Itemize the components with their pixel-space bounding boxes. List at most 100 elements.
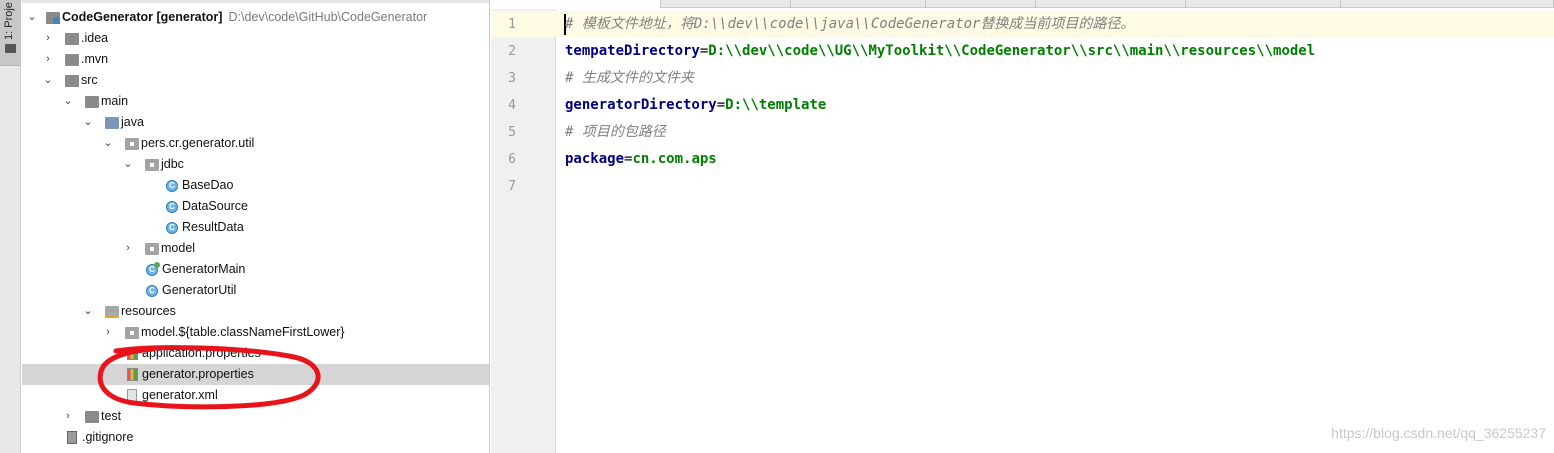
property-value: D:\\template (725, 97, 827, 113)
tree-item-generator-xml[interactable]: generator.xml (22, 385, 489, 406)
tree-root[interactable]: ⌄ CodeGenerator [generator] D:\dev\code\G… (22, 7, 489, 28)
equals-sign: = (716, 97, 726, 113)
property-key: tempateDirectory (565, 43, 700, 59)
property-key: package (565, 151, 625, 167)
chevron-down-icon[interactable]: ⌄ (122, 154, 134, 175)
line-number: 2 (508, 44, 516, 59)
properties-file-icon (127, 368, 138, 381)
tree-item-java[interactable]: ⌄ java (22, 112, 489, 133)
left-tool-strip: 1: Proje (0, 0, 21, 453)
tree-item-label: jdbc (161, 157, 184, 171)
editor-tab[interactable] (791, 0, 926, 8)
package-icon (125, 327, 139, 339)
tree-item-label: .mvn (81, 52, 109, 66)
chevron-down-icon[interactable]: ⌄ (82, 301, 94, 322)
tree-item-label: ResultData (182, 220, 244, 234)
line-number: 7 (508, 179, 516, 194)
chevron-right-icon[interactable]: › (62, 406, 74, 427)
editor-tab[interactable] (1341, 0, 1554, 8)
chevron-right-icon[interactable]: › (122, 238, 134, 259)
tree-item-label: generator.properties (142, 367, 254, 381)
tree-item-resultdata[interactable]: C ResultData (22, 217, 489, 238)
chevron-down-icon[interactable]: ⌄ (82, 112, 94, 133)
chevron-right-icon[interactable]: › (42, 28, 54, 49)
tree-item-application-properties[interactable]: application.properties (22, 343, 489, 364)
project-tree: ⌄ CodeGenerator [generator] D:\dev\code\G… (22, 0, 490, 453)
tree-item-generatormain[interactable]: C GeneratorMain (22, 259, 489, 280)
code-line-5[interactable]: # 项目的包路径 (565, 119, 666, 146)
tree-item-basedao[interactable]: C BaseDao (22, 175, 489, 196)
editor-tab-active[interactable] (491, 0, 661, 8)
watermark-text: https://blog.csdn.net/qq_36255237 (1331, 425, 1546, 441)
code-line-1[interactable]: # 模板文件地址，将D:\\dev\\code\\java\\CodeGener… (565, 11, 1134, 38)
properties-file-icon (127, 347, 138, 360)
code-editor[interactable] (557, 9, 1554, 453)
class-icon: C (166, 180, 178, 192)
comment-text: # 生成文件的文件夹 (565, 70, 694, 86)
chevron-down-icon[interactable]: ⌄ (102, 133, 114, 154)
tree-item-label: application.properties (142, 346, 261, 360)
code-line-2[interactable]: tempateDirectory=D:\\dev\\code\\UG\\MyTo… (565, 38, 1315, 65)
tree-item-resources[interactable]: ⌄ resources (22, 301, 489, 322)
tree-item-datasource[interactable]: C DataSource (22, 196, 489, 217)
tree-item-label: java (121, 115, 144, 129)
tree-item-model[interactable]: › model (22, 238, 489, 259)
editor-tab[interactable] (1036, 0, 1186, 8)
package-icon (145, 159, 159, 171)
tree-item-label: model.${table.classNameFirstLower} (141, 325, 345, 339)
tree-header-sliver (22, 0, 489, 3)
editor-tab[interactable] (926, 0, 1036, 8)
resources-folder-icon (105, 306, 119, 318)
editor-tab-bar (491, 0, 1554, 8)
tree-item-src[interactable]: ⌄ src (22, 70, 489, 91)
tree-item-label: BaseDao (182, 178, 234, 192)
property-key: generatorDirectory (565, 97, 717, 113)
tree-root-label: CodeGenerator [generator] D:\dev\code\Git… (62, 7, 427, 28)
xml-file-icon (127, 389, 137, 402)
comment-text: # 模板文件地址，将D:\\dev\\code\\java\\CodeGener… (565, 16, 1135, 32)
folder-icon (65, 33, 79, 45)
property-value: cn.com.aps (632, 151, 717, 167)
editor-tab[interactable] (661, 0, 791, 8)
property-value: D:\\dev\\code\\UG\\MyToolkit\\CodeGenera… (708, 43, 1316, 59)
tree-item-label: test (101, 409, 122, 423)
editor-tab[interactable] (1186, 0, 1341, 8)
tree-item-label: DataSource (182, 199, 249, 213)
chevron-down-icon[interactable]: ⌄ (62, 91, 74, 112)
tree-item-label: GeneratorUtil (162, 283, 237, 297)
package-icon (145, 243, 159, 255)
source-folder-icon (105, 117, 119, 129)
project-tool-window-tab[interactable]: 1: Proje (0, 0, 21, 66)
tree-item-test[interactable]: › test (22, 406, 489, 427)
tree-item-package[interactable]: ⌄ pers.cr.generator.util (22, 133, 489, 154)
class-icon: C (166, 201, 178, 213)
tree-item-model-template[interactable]: › model.${table.classNameFirstLower} (22, 322, 489, 343)
line-number: 6 (508, 152, 516, 167)
ignore-file-icon (67, 431, 77, 444)
chevron-right-icon[interactable]: › (42, 49, 54, 70)
tree-item-label: model (161, 241, 196, 255)
root-path: D:\dev\code\GitHub\CodeGenerator (228, 10, 428, 24)
tree-item-jdbc[interactable]: ⌄ jdbc (22, 154, 489, 175)
chevron-down-icon[interactable]: ⌄ (42, 70, 54, 91)
tree-item-main[interactable]: ⌄ main (22, 91, 489, 112)
code-line-6[interactable]: package=cn.com.aps (565, 146, 717, 173)
tree-item-gitignore[interactable]: .gitignore (22, 427, 489, 448)
chevron-down-icon[interactable]: ⌄ (26, 7, 38, 28)
line-number: 4 (508, 98, 516, 113)
class-icon: C (166, 222, 178, 234)
code-line-4[interactable]: generatorDirectory=D:\\template (565, 92, 826, 119)
tree-item-label: GeneratorMain (162, 262, 246, 276)
tree-item-generatorutil[interactable]: C GeneratorUtil (22, 280, 489, 301)
project-tab-label: 1: Proje (3, 2, 15, 40)
main-class-icon: C (146, 262, 160, 276)
line-number: 1 (508, 17, 516, 32)
tree-item-mvn[interactable]: › .mvn (22, 49, 489, 70)
package-icon (125, 138, 139, 150)
tree-item-idea[interactable]: › .idea (22, 28, 489, 49)
tree-item-generator-properties[interactable]: generator.properties (22, 364, 489, 385)
line-number: 3 (508, 71, 516, 86)
code-line-3[interactable]: # 生成文件的文件夹 (565, 65, 694, 92)
chevron-right-icon[interactable]: › (102, 322, 114, 343)
tree-item-label: pers.cr.generator.util (141, 136, 255, 150)
